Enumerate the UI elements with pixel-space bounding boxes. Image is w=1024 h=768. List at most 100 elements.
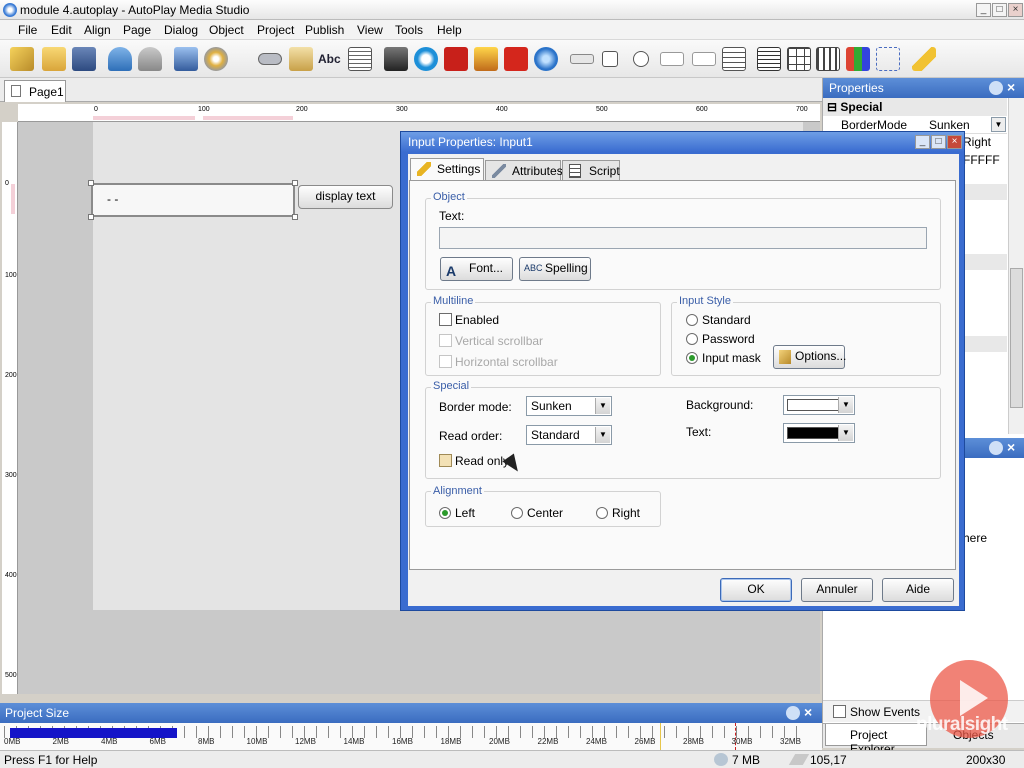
pin-icon[interactable] — [989, 81, 1003, 95]
properties-section[interactable]: ⊟ Special — [823, 98, 1007, 116]
listbox-object-icon[interactable] — [722, 47, 746, 71]
background-color-picker[interactable]: ▼ — [783, 395, 855, 415]
align-right-radio[interactable] — [596, 507, 608, 519]
standard-radio[interactable] — [686, 314, 698, 326]
pdf-object-icon[interactable] — [504, 47, 528, 71]
menu-dialog[interactable]: Dialog — [164, 23, 198, 37]
button-object-icon[interactable] — [258, 53, 282, 65]
page-tab[interactable]: Page1 — [4, 80, 66, 102]
ruler-label: 200 — [296, 106, 308, 113]
menu-file[interactable]: File — [18, 23, 37, 37]
progress-object-icon[interactable] — [570, 54, 594, 64]
watermark-text: pluralsight — [916, 714, 1008, 735]
close-panel-icon[interactable]: × — [1007, 79, 1015, 95]
menu-help[interactable]: Help — [437, 23, 462, 37]
input-object-icon[interactable] — [660, 52, 684, 66]
checkbox-object-icon[interactable] — [602, 51, 618, 67]
menu-publish[interactable]: Publish — [305, 23, 344, 37]
menu-edit[interactable]: Edit — [51, 23, 72, 37]
align-left-radio[interactable] — [439, 507, 451, 519]
collapse-icon[interactable]: ⊟ — [827, 100, 837, 114]
tree-object-icon[interactable] — [816, 47, 840, 71]
wand-icon[interactable] — [10, 47, 34, 71]
selection-handle[interactable] — [292, 180, 298, 186]
ruler-label: 200 — [5, 372, 17, 379]
pencil-icon[interactable] — [912, 47, 936, 71]
tab-settings[interactable]: Settings — [410, 158, 484, 180]
dropdown-arrow-icon[interactable]: ▼ — [991, 117, 1006, 132]
explorer-item[interactable]: here — [963, 531, 987, 545]
maximize-button[interactable]: □ — [992, 3, 1007, 17]
open-folder-icon[interactable] — [42, 47, 66, 71]
text-color-picker[interactable]: ▼ — [783, 423, 855, 443]
show-events-checkbox[interactable] — [833, 705, 846, 718]
combobox-object-icon[interactable] — [692, 52, 716, 66]
dialog-maximize-button[interactable]: □ — [931, 135, 946, 149]
scrollbar-thumb[interactable] — [1010, 268, 1023, 408]
slideshow-object-icon[interactable] — [474, 47, 498, 71]
dialog-minimize-button[interactable]: _ — [915, 135, 930, 149]
options-button[interactable]: Options... — [773, 345, 846, 369]
ok-button[interactable]: OK — [720, 578, 792, 602]
richtext-object-icon[interactable] — [757, 47, 781, 71]
align-center-radio[interactable] — [511, 507, 523, 519]
grid-object-icon[interactable] — [787, 47, 811, 71]
tab-script[interactable]: Script — [562, 160, 620, 180]
read-order-select[interactable]: Standard ▼ — [526, 425, 612, 445]
password-radio[interactable] — [686, 333, 698, 345]
menu-page[interactable]: Page — [123, 23, 151, 37]
tab-project-explorer[interactable]: Project Explorer — [825, 724, 927, 756]
help-button[interactable]: Aide — [882, 578, 954, 602]
border-mode-select[interactable]: Sunken ▼ — [526, 396, 612, 416]
pin-icon[interactable] — [786, 706, 800, 720]
size-tick-label: 4MB — [101, 737, 118, 746]
close-panel-icon[interactable]: × — [1007, 439, 1015, 455]
radio-object-icon[interactable] — [633, 51, 649, 67]
properties-scrollbar[interactable] — [1008, 98, 1024, 434]
enabled-checkbox[interactable] — [439, 313, 452, 326]
paragraph-object-icon[interactable] — [348, 47, 372, 71]
hotspot-object-icon[interactable] — [876, 47, 900, 71]
read-only-checkbox[interactable] — [439, 454, 452, 467]
redo-icon[interactable] — [138, 47, 162, 71]
text-input[interactable] — [439, 227, 927, 249]
image-object-icon[interactable] — [289, 47, 313, 71]
video-object-icon[interactable] — [384, 47, 408, 71]
close-button[interactable]: × — [1008, 3, 1023, 17]
menu-tools[interactable]: Tools — [395, 23, 423, 37]
display-text-button[interactable]: display text — [298, 185, 393, 209]
selection-handle[interactable] — [292, 214, 298, 220]
undo-icon[interactable] — [108, 47, 132, 71]
input-mask-radio[interactable] — [686, 352, 698, 364]
tab-attributes[interactable]: Attributes — [485, 160, 563, 180]
selection-handle[interactable] — [88, 214, 94, 220]
size-tick-label: 6MB — [149, 737, 166, 746]
publish-cd-icon[interactable] — [204, 47, 228, 71]
pin-icon[interactable] — [989, 441, 1003, 455]
font-button[interactable]: A Font... — [440, 257, 513, 281]
canvas-input-object[interactable]: - - — [91, 183, 295, 217]
size-tick-label: 10MB — [246, 737, 268, 746]
selection-handle[interactable] — [88, 180, 94, 186]
dialog-close-button[interactable]: × — [947, 135, 962, 149]
menu-object[interactable]: Object — [209, 23, 244, 37]
dialog-title: Input Properties: Input1 — [408, 135, 533, 149]
preview-monitor-icon[interactable] — [174, 47, 198, 71]
plugin-object-icon[interactable] — [846, 47, 870, 71]
spelling-button[interactable]: ABC Spelling — [519, 257, 591, 281]
quicktime-object-icon[interactable] — [414, 47, 438, 71]
web-object-icon[interactable] — [534, 47, 558, 71]
text-object-icon[interactable]: Abc — [318, 52, 342, 76]
dialog-title-bar: Input Properties: Input1 _ □ × — [401, 132, 964, 152]
menu-view[interactable]: View — [357, 23, 383, 37]
vertical-scrollbar-checkbox[interactable] — [439, 334, 452, 347]
menu-align[interactable]: Align — [84, 23, 111, 37]
alignment-group-title: Alignment — [431, 485, 484, 497]
minimize-button[interactable]: _ — [976, 3, 991, 17]
menu-project[interactable]: Project — [257, 23, 294, 37]
cancel-button[interactable]: Annuler — [801, 578, 873, 602]
save-icon[interactable] — [72, 47, 96, 71]
horizontal-scrollbar-checkbox[interactable] — [439, 355, 452, 368]
flash-object-icon[interactable] — [444, 47, 468, 71]
close-panel-icon[interactable]: × — [804, 704, 812, 720]
